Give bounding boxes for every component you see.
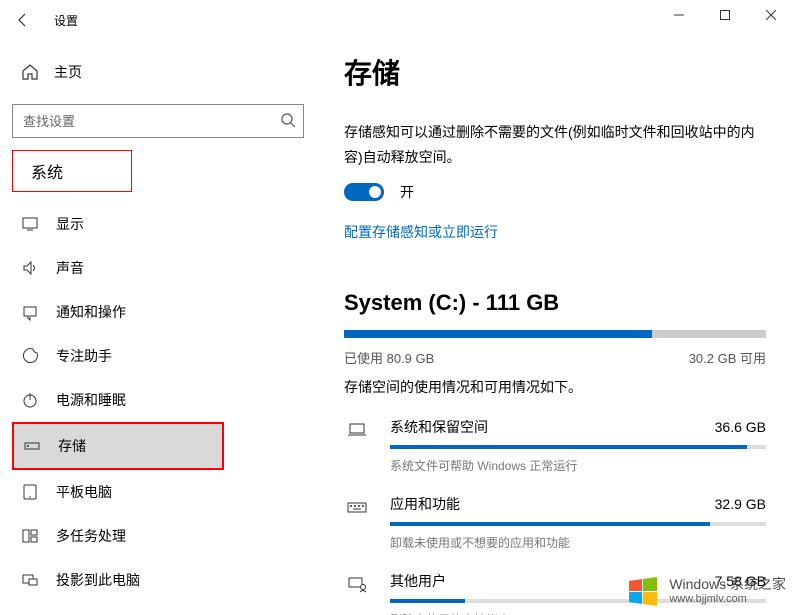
- category-sub: 删除未使用的本地帐户: [390, 611, 766, 615]
- users-icon: [344, 571, 370, 595]
- drive-usage-bar: [344, 330, 766, 338]
- sidebar-item-notifications[interactable]: 通知和操作: [12, 290, 224, 334]
- sidebar-item-label: 电源和睡眠: [56, 390, 126, 410]
- close-button[interactable]: [748, 0, 794, 30]
- main-layout: 主页 系统 显示 声音 通知和操作: [0, 40, 794, 615]
- back-button[interactable]: [8, 5, 38, 35]
- drive-title: System (C:) - 111 GB: [344, 290, 766, 316]
- watermark-url: www.bjjmlv.com: [669, 593, 786, 606]
- sidebar-item-focus[interactable]: 专注助手: [12, 334, 224, 378]
- sidebar-home[interactable]: 主页: [12, 52, 304, 92]
- window-title: 设置: [54, 12, 78, 29]
- focus-icon: [18, 347, 42, 365]
- tablet-icon: [18, 483, 42, 501]
- watermark-title-a: Windows: [669, 576, 726, 592]
- category-sub: 系统文件可帮助 Windows 正常运行: [390, 457, 766, 474]
- sound-icon: [18, 259, 42, 277]
- home-icon: [18, 63, 42, 81]
- project-icon: [18, 571, 42, 589]
- category-name: 系统和保留空间: [390, 417, 488, 437]
- sidebar-item-project[interactable]: 投影到此电脑: [12, 558, 224, 602]
- toggle-row: 开: [344, 182, 766, 202]
- sidebar-item-label: 投影到此电脑: [56, 570, 140, 590]
- configure-link[interactable]: 配置存储感知或立即运行: [344, 224, 498, 240]
- search-input[interactable]: [12, 104, 304, 138]
- storage-icon: [20, 437, 44, 455]
- sidebar-item-power[interactable]: 电源和睡眠: [12, 378, 224, 422]
- multitask-icon: [18, 527, 42, 545]
- sidebar-item-label: 存储: [58, 436, 86, 456]
- category-name: 应用和功能: [390, 494, 460, 514]
- sidebar-home-label: 主页: [54, 62, 82, 82]
- category-bar-fill: [390, 522, 710, 526]
- category-apps[interactable]: 应用和功能 32.9 GB 卸载未使用或不想要的应用和功能: [344, 494, 766, 551]
- category-system[interactable]: 系统和保留空间 36.6 GB 系统文件可帮助 Windows 正常运行: [344, 417, 766, 474]
- close-icon: [766, 10, 776, 20]
- watermark: Windows 系统之家 www.bjjmlv.com: [625, 573, 786, 609]
- minimize-button[interactable]: [656, 0, 702, 30]
- sidebar-item-label: 声音: [56, 258, 84, 278]
- sidebar-nav: 显示 声音 通知和操作 专注助手 电源和睡眠: [12, 198, 304, 602]
- laptop-icon: [344, 417, 370, 441]
- watermark-title-b: 系统之家: [730, 576, 786, 592]
- display-icon: [18, 215, 42, 233]
- category-size: 32.9 GB: [715, 496, 766, 512]
- drive-usage-fill: [344, 330, 652, 338]
- sidebar-item-tablet[interactable]: 平板电脑: [12, 470, 224, 514]
- category-sub: 卸载未使用或不想要的应用和功能: [390, 534, 766, 551]
- drive-used-label: 已使用 80.9 GB: [344, 348, 434, 367]
- sidebar-item-label: 平板电脑: [56, 482, 112, 502]
- sidebar-item-label: 显示: [56, 214, 84, 234]
- sidebar-item-label: 多任务处理: [56, 526, 126, 546]
- power-icon: [18, 391, 42, 409]
- sidebar-item-label: 通知和操作: [56, 302, 126, 322]
- maximize-icon: [720, 10, 730, 20]
- category-name: 其他用户: [390, 571, 446, 591]
- content: 存储 存储感知可以通过删除不需要的文件(例如临时文件和回收站中的内容)自动释放空…: [316, 40, 794, 615]
- category-bar-fill: [390, 599, 465, 603]
- toggle-label: 开: [400, 182, 414, 202]
- sidebar: 主页 系统 显示 声音 通知和操作: [0, 40, 316, 615]
- windows-logo-icon: [625, 573, 661, 609]
- notification-icon: [18, 303, 42, 321]
- sidebar-item-sound[interactable]: 声音: [12, 246, 224, 290]
- keyboard-icon: [344, 494, 370, 518]
- storage-sense-desc: 存储感知可以通过删除不需要的文件(例如临时文件和回收站中的内容)自动释放空间。: [344, 120, 766, 170]
- arrow-left-icon: [15, 12, 31, 28]
- sidebar-item-label: 专注助手: [56, 346, 112, 366]
- search-wrap: [12, 104, 304, 138]
- drive-desc: 存储空间的使用情况和可用情况如下。: [344, 377, 766, 397]
- drive-stats: 已使用 80.9 GB 30.2 GB 可用: [344, 348, 766, 367]
- maximize-button[interactable]: [702, 0, 748, 30]
- minimize-icon: [674, 10, 684, 20]
- header: 设置: [0, 0, 794, 40]
- window-controls: [656, 0, 794, 30]
- sidebar-item-storage[interactable]: 存储: [12, 422, 224, 470]
- drive-free-label: 30.2 GB 可用: [689, 348, 766, 367]
- category-bar-fill: [390, 445, 747, 449]
- sidebar-item-display[interactable]: 显示: [12, 202, 224, 246]
- page-title: 存储: [344, 52, 766, 92]
- sidebar-category: 系统: [12, 150, 132, 192]
- storage-sense-toggle[interactable]: [344, 183, 384, 201]
- sidebar-item-multitask[interactable]: 多任务处理: [12, 514, 224, 558]
- category-size: 36.6 GB: [715, 419, 766, 435]
